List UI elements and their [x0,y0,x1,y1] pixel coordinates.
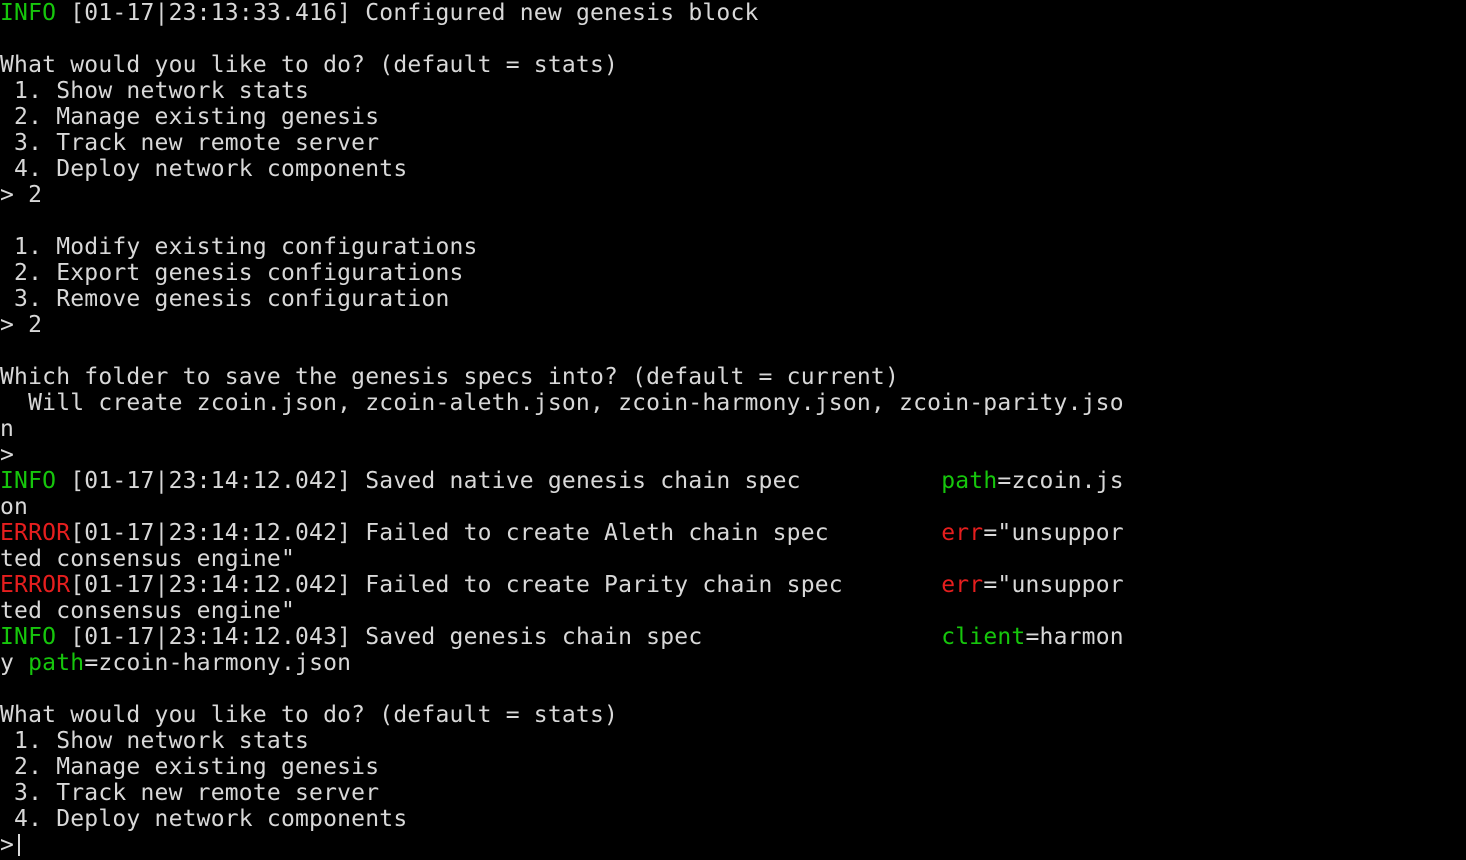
terminal-text: [01-17|23:14:12.042] Failed to create Al… [70,520,942,546]
terminal-text: =zcoin-harmony.json [84,650,352,676]
terminal-text: INFO [0,624,57,650]
terminal-line: y path=zcoin-harmony.json [0,650,1466,676]
terminal-text: n [0,416,15,442]
terminal-line: INFO [01-17|23:13:33.416] Configured new… [0,0,1466,26]
terminal-line: 4. Deploy network components [0,806,1466,832]
terminal-text: 4. Deploy network components [0,806,408,832]
terminal-line: 3. Remove genesis configuration [0,286,1466,312]
terminal-text: [01-17|23:14:12.042] Saved native genesi… [56,468,942,494]
terminal-text: 2. Export genesis configurations [0,260,464,286]
terminal-text: > 2 [0,312,43,338]
terminal-text: [01-17|23:14:12.043] Saved genesis chain… [56,624,942,650]
terminal-line: > 2 [0,312,1466,338]
terminal-line: What would you like to do? (default = st… [0,52,1466,78]
terminal-text: =zcoin.js [997,468,1124,494]
terminal-text: ="unsuppor [983,572,1124,598]
terminal-text: What would you like to do? (default = st… [0,702,619,728]
terminal-text: INFO [0,0,57,26]
terminal-text: 2. Manage existing genesis [0,104,380,130]
terminal-text: 1. Show network stats [0,728,310,754]
terminal-line: 3. Track new remote server [0,780,1466,806]
terminal-line: Which folder to save the genesis specs i… [0,364,1466,390]
terminal-line: 2. Manage existing genesis [0,754,1466,780]
terminal-line: 3. Track new remote server [0,130,1466,156]
terminal-line: on [0,494,1466,520]
terminal-text: 2. Manage existing genesis [0,754,380,780]
terminal-text: 3. Remove genesis configuration [0,286,450,312]
terminal-line: n [0,416,1466,442]
terminal-text: ted consensus engine" [0,598,295,624]
terminal-line: Will create zcoin.json, zcoin-aleth.json… [0,390,1466,416]
terminal-text: > [0,832,15,858]
terminal-line: 4. Deploy network components [0,156,1466,182]
terminal-line: 2. Manage existing genesis [0,104,1466,130]
terminal-text: 4. Deploy network components [0,156,408,182]
terminal-text: err [941,572,984,598]
terminal-line: ERROR[01-17|23:14:12.042] Failed to crea… [0,520,1466,546]
terminal-line: 1. Show network stats [0,728,1466,754]
terminal-line: ted consensus engine" [0,598,1466,624]
terminal-line: 1. Show network stats [0,78,1466,104]
terminal-text: 1. Show network stats [0,78,310,104]
terminal-line: 2. Export genesis configurations [0,260,1466,286]
terminal-text: 3. Track new remote server [0,780,380,806]
terminal-text: err [941,520,984,546]
terminal-text: path [28,650,85,676]
terminal-line: What would you like to do? (default = st… [0,702,1466,728]
terminal-line: ted consensus engine" [0,546,1466,572]
terminal-line: INFO [01-17|23:14:12.042] Saved native g… [0,468,1466,494]
terminal-text: ERROR [0,572,71,598]
terminal-text: [01-17|23:13:33.416] Configured new gene… [56,0,759,26]
terminal-text: =harmon [1025,624,1124,650]
terminal-line: 1. Modify existing configurations [0,234,1466,260]
terminal-line: ERROR[01-17|23:14:12.042] Failed to crea… [0,572,1466,598]
terminal-text: INFO [0,468,57,494]
terminal-text: ="unsuppor [983,520,1124,546]
terminal-text: > 2 [0,182,43,208]
terminal-window[interactable]: INFO [01-17|23:13:33.416] Configured new… [0,0,1466,860]
terminal-line: > 2 [0,182,1466,208]
terminal-text: ted consensus engine" [0,546,295,572]
terminal-text: ERROR [0,520,71,546]
terminal-text: Will create zcoin.json, zcoin-aleth.json… [0,390,1124,416]
terminal-line: > [0,442,1466,468]
terminal-text: 3. Track new remote server [0,130,380,156]
terminal-line: > [0,832,1466,858]
terminal-text: What would you like to do? (default = st… [0,52,619,78]
terminal-text: Which folder to save the genesis specs i… [0,364,900,390]
terminal-text: path [941,468,998,494]
terminal-text: > [0,442,15,468]
terminal-text: client [941,624,1026,650]
terminal-line: INFO [01-17|23:14:12.043] Saved genesis … [0,624,1466,650]
text-cursor [18,834,21,856]
terminal-text: y [0,650,29,676]
terminal-text: 1. Modify existing configurations [0,234,478,260]
terminal-text: on [0,494,29,520]
terminal-text: [01-17|23:14:12.042] Failed to create Pa… [70,572,942,598]
